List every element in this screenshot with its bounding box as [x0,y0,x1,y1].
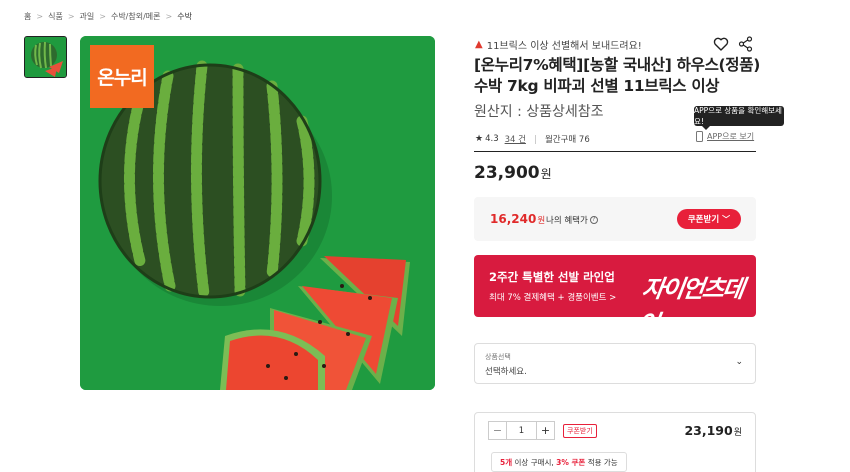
bulk-end: 적용 가능 [585,457,618,467]
watermelon-thumbnail-image [25,37,66,77]
promo-text: 11브릭스 이상 선별해서 보내드려요! [486,41,642,52]
breadcrumb: 홈 > 식품 > 과일 > 수박/참외/메론 > 수박 [24,11,192,22]
breadcrumb-separator: > [99,12,106,21]
breadcrumb-melon-category[interactable]: 수박/참외/메론 [111,11,161,22]
breadcrumb-separator: > [36,12,44,21]
help-icon[interactable]: ? [589,216,598,224]
product-price: 23,900원 [474,163,552,183]
app-view-link[interactable]: APP으로 보기 [696,131,754,142]
increase-button[interactable]: + [536,421,555,440]
quantity-price-currency: 원 [733,428,742,438]
quantity-value[interactable]: 1 [507,421,536,440]
benefit-label: 나의 혜택가 ? [546,214,598,226]
bulk-pct: 3% 쿠폰 [556,457,586,467]
bulk-qty: 5개 [500,457,513,467]
banner-title: 2주간 특별한 선발 라인업 [489,270,615,284]
benefit-price: 16,240원 [490,212,545,226]
product-thumbnail[interactable] [24,36,67,78]
phone-icon [696,131,703,142]
benefit-price-box: 16,240원 나의 혜택가 ? 쿠폰받기 ﹀ [474,197,756,241]
product-main-image[interactable]: 온누리 [80,36,435,390]
benefit-price-value: 16,240 [490,212,537,226]
divider [474,151,756,152]
decrease-button[interactable]: − [488,421,507,440]
share-icon[interactable] [738,36,753,52]
coupon-button-label: 쿠폰받기 [687,215,720,225]
promo-line: ▲ 11브릭스 이상 선별해서 보내드려요! [475,37,642,52]
bulk-discount-note: 5개 이상 구매시, 3% 쿠폰 적용 가능 [491,452,627,472]
quantity-price: 23,190원 [684,423,742,438]
breadcrumb-home[interactable]: 홈 [24,11,31,22]
product-origin: 원산지 : 상품상세참조 [474,101,604,121]
coupon-tag-button[interactable]: 쿠폰받기 [563,424,597,438]
star-icon: ★ [475,134,484,144]
breadcrumb-separator: > [165,12,173,21]
quantity-price-value: 23,190 [684,423,733,438]
rating-row: ★ 4.3 34 건 월간구매 76 [475,133,590,145]
chevron-down-icon: ﹀ [722,214,731,224]
benefit-label-text: 나의 혜택가 [546,216,588,226]
banner-subtitle: 최대 7% 결제혜택 + 경품이벤트 > [489,293,617,303]
giants-day-logo: 자이언츠데이 [635,275,745,317]
monthly-sales: 월간구매 76 [544,135,590,145]
review-count-link[interactable]: 34 건 [505,133,526,145]
product-title: [온누리7%혜택][농할 국내산] 하우스(정품)수박 7kg 비파괴 선별 1… [474,56,761,95]
breadcrumb-watermelon[interactable]: 수박 [177,11,192,22]
heart-icon[interactable] [713,36,729,52]
watermelon-slice-icon: ▲ [475,39,483,50]
breadcrumb-fruit[interactable]: 과일 [80,11,95,22]
rating-divider [534,134,536,144]
app-tooltip: APP으로 상품을 확인해보세요! [694,106,784,130]
origin-label: 원산지 : [474,104,522,120]
quantity-box: − 1 + 쿠폰받기 23,190원 5개 이상 구매시, 3% 쿠폰 적용 가… [474,412,756,472]
benefit-currency: 원 [537,216,546,226]
option-select-label: 상품선택 [485,353,511,361]
breadcrumb-separator: > [67,12,75,21]
option-select-value: 선택하세요. [485,367,527,377]
option-select[interactable]: 상품선택 선택하세요. ⌄ [474,343,756,384]
rating-score: 4.3 [485,134,499,144]
quantity-stepper: − 1 + [488,421,555,440]
app-view-label: APP으로 보기 [707,132,755,141]
onnuri-logo: 온누리 [90,45,154,108]
bulk-mid: 이상 구매시, [512,457,557,467]
breadcrumb-food[interactable]: 식품 [48,11,63,22]
promo-banner[interactable]: 2주간 특별한 선발 라인업 최대 7% 결제혜택 + 경품이벤트 > 자이언츠… [474,255,756,317]
price-value: 23,900 [474,163,540,183]
price-currency: 원 [540,167,552,181]
origin-value: 상품상세참조 [526,104,604,120]
coupon-button[interactable]: 쿠폰받기 ﹀ [677,209,741,229]
chevron-down-icon: ⌄ [735,357,743,367]
